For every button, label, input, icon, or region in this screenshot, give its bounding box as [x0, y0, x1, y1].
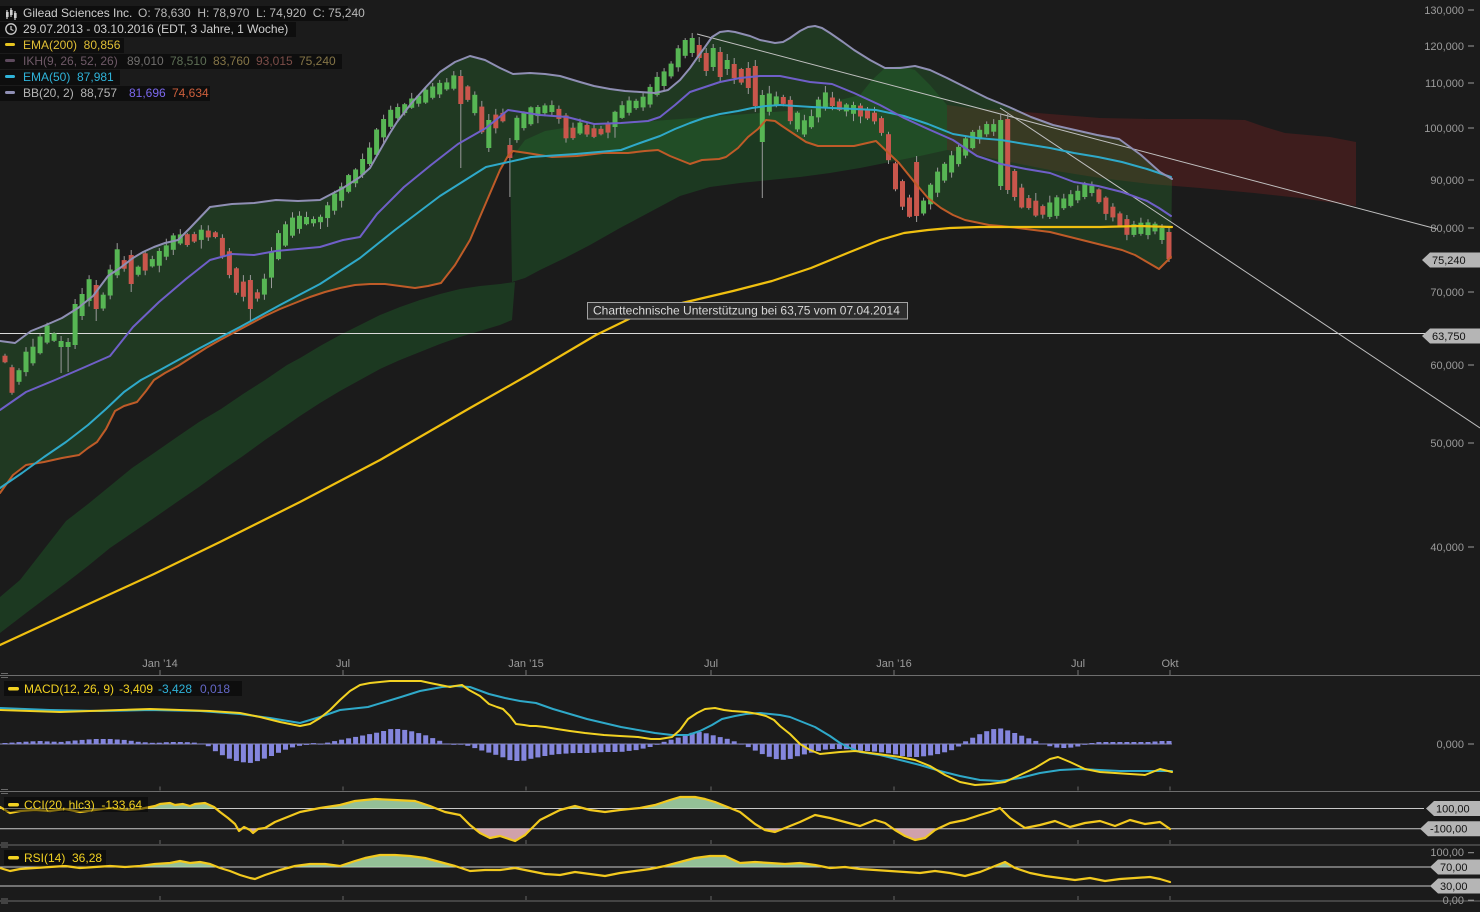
- svg-text:81,696: 81,696: [129, 86, 166, 100]
- svg-text:Gilead Sciences Inc.: Gilead Sciences Inc.: [23, 6, 132, 20]
- svg-text:Jul: Jul: [1071, 658, 1085, 670]
- svg-text:80,000: 80,000: [1430, 223, 1464, 235]
- svg-text:63,750: 63,750: [1432, 331, 1466, 343]
- svg-text:75,240: 75,240: [299, 54, 336, 68]
- svg-text:70,000: 70,000: [1430, 287, 1464, 299]
- svg-text:120,000: 120,000: [1424, 41, 1464, 53]
- svg-text:0,018: 0,018: [200, 682, 230, 696]
- svg-text:89,010: 89,010: [127, 54, 164, 68]
- svg-text:CCI(20, hlc3) -133,64: CCI(20, hlc3) -133,64: [24, 798, 142, 812]
- svg-text:Jan ’15: Jan ’15: [508, 658, 543, 670]
- svg-text:Okt: Okt: [1161, 658, 1178, 670]
- svg-text:110,000: 110,000: [1425, 78, 1464, 90]
- svg-text:O: 78,630 H: 78,970 L: 74,92: O: 78,630 H: 78,970 L: 74,920 C: 75,240: [138, 6, 365, 20]
- svg-text:-100,00: -100,00: [1430, 824, 1467, 836]
- svg-text:100,000: 100,000: [1424, 123, 1464, 135]
- svg-text:90,000: 90,000: [1430, 175, 1464, 187]
- svg-text:MACD(12, 26, 9): MACD(12, 26, 9): [24, 682, 114, 696]
- svg-text:EMA(50) 87,981: EMA(50) 87,981: [23, 70, 114, 84]
- svg-text:Charttechnische Unterstützung: Charttechnische Unterstützung bei 63,75 …: [593, 304, 900, 318]
- svg-text:BB(20, 2) 88,757: BB(20, 2) 88,757: [23, 86, 117, 100]
- svg-text:75,240: 75,240: [1432, 255, 1466, 267]
- svg-text:-3,409: -3,409: [119, 682, 153, 696]
- svg-text:78,510: 78,510: [170, 54, 207, 68]
- svg-text:EMA(200) 80,856: EMA(200) 80,856: [23, 38, 121, 52]
- svg-text:70,00: 70,00: [1440, 862, 1468, 874]
- svg-text:Jan ’14: Jan ’14: [142, 658, 177, 670]
- svg-text:Jul: Jul: [704, 658, 718, 670]
- svg-text:0,00: 0,00: [1443, 895, 1464, 907]
- svg-text:93,015: 93,015: [256, 54, 293, 68]
- svg-text:100,00: 100,00: [1430, 847, 1464, 859]
- svg-text:Jan ’16: Jan ’16: [876, 658, 911, 670]
- svg-text:-3,428: -3,428: [158, 682, 192, 696]
- svg-text:30,00: 30,00: [1440, 881, 1468, 893]
- svg-text:130,000: 130,000: [1424, 5, 1464, 17]
- svg-text:Jul: Jul: [336, 658, 350, 670]
- svg-text:IKH(9, 26, 52, 26): IKH(9, 26, 52, 26): [23, 54, 118, 68]
- svg-text:74,634: 74,634: [172, 86, 209, 100]
- svg-text:RSI(14) 36,28: RSI(14) 36,28: [24, 851, 102, 865]
- svg-text:29.07.2013 - 03.10.2016 (EDT,: 29.07.2013 - 03.10.2016 (EDT, 3 Jahre, 1…: [23, 22, 288, 36]
- svg-text:40,000: 40,000: [1430, 542, 1464, 554]
- svg-text:60,000: 60,000: [1430, 360, 1464, 372]
- svg-text:0,000: 0,000: [1436, 739, 1464, 751]
- svg-text:100,00: 100,00: [1436, 804, 1470, 816]
- svg-text:50,000: 50,000: [1430, 438, 1464, 450]
- svg-text:83,760: 83,760: [213, 54, 250, 68]
